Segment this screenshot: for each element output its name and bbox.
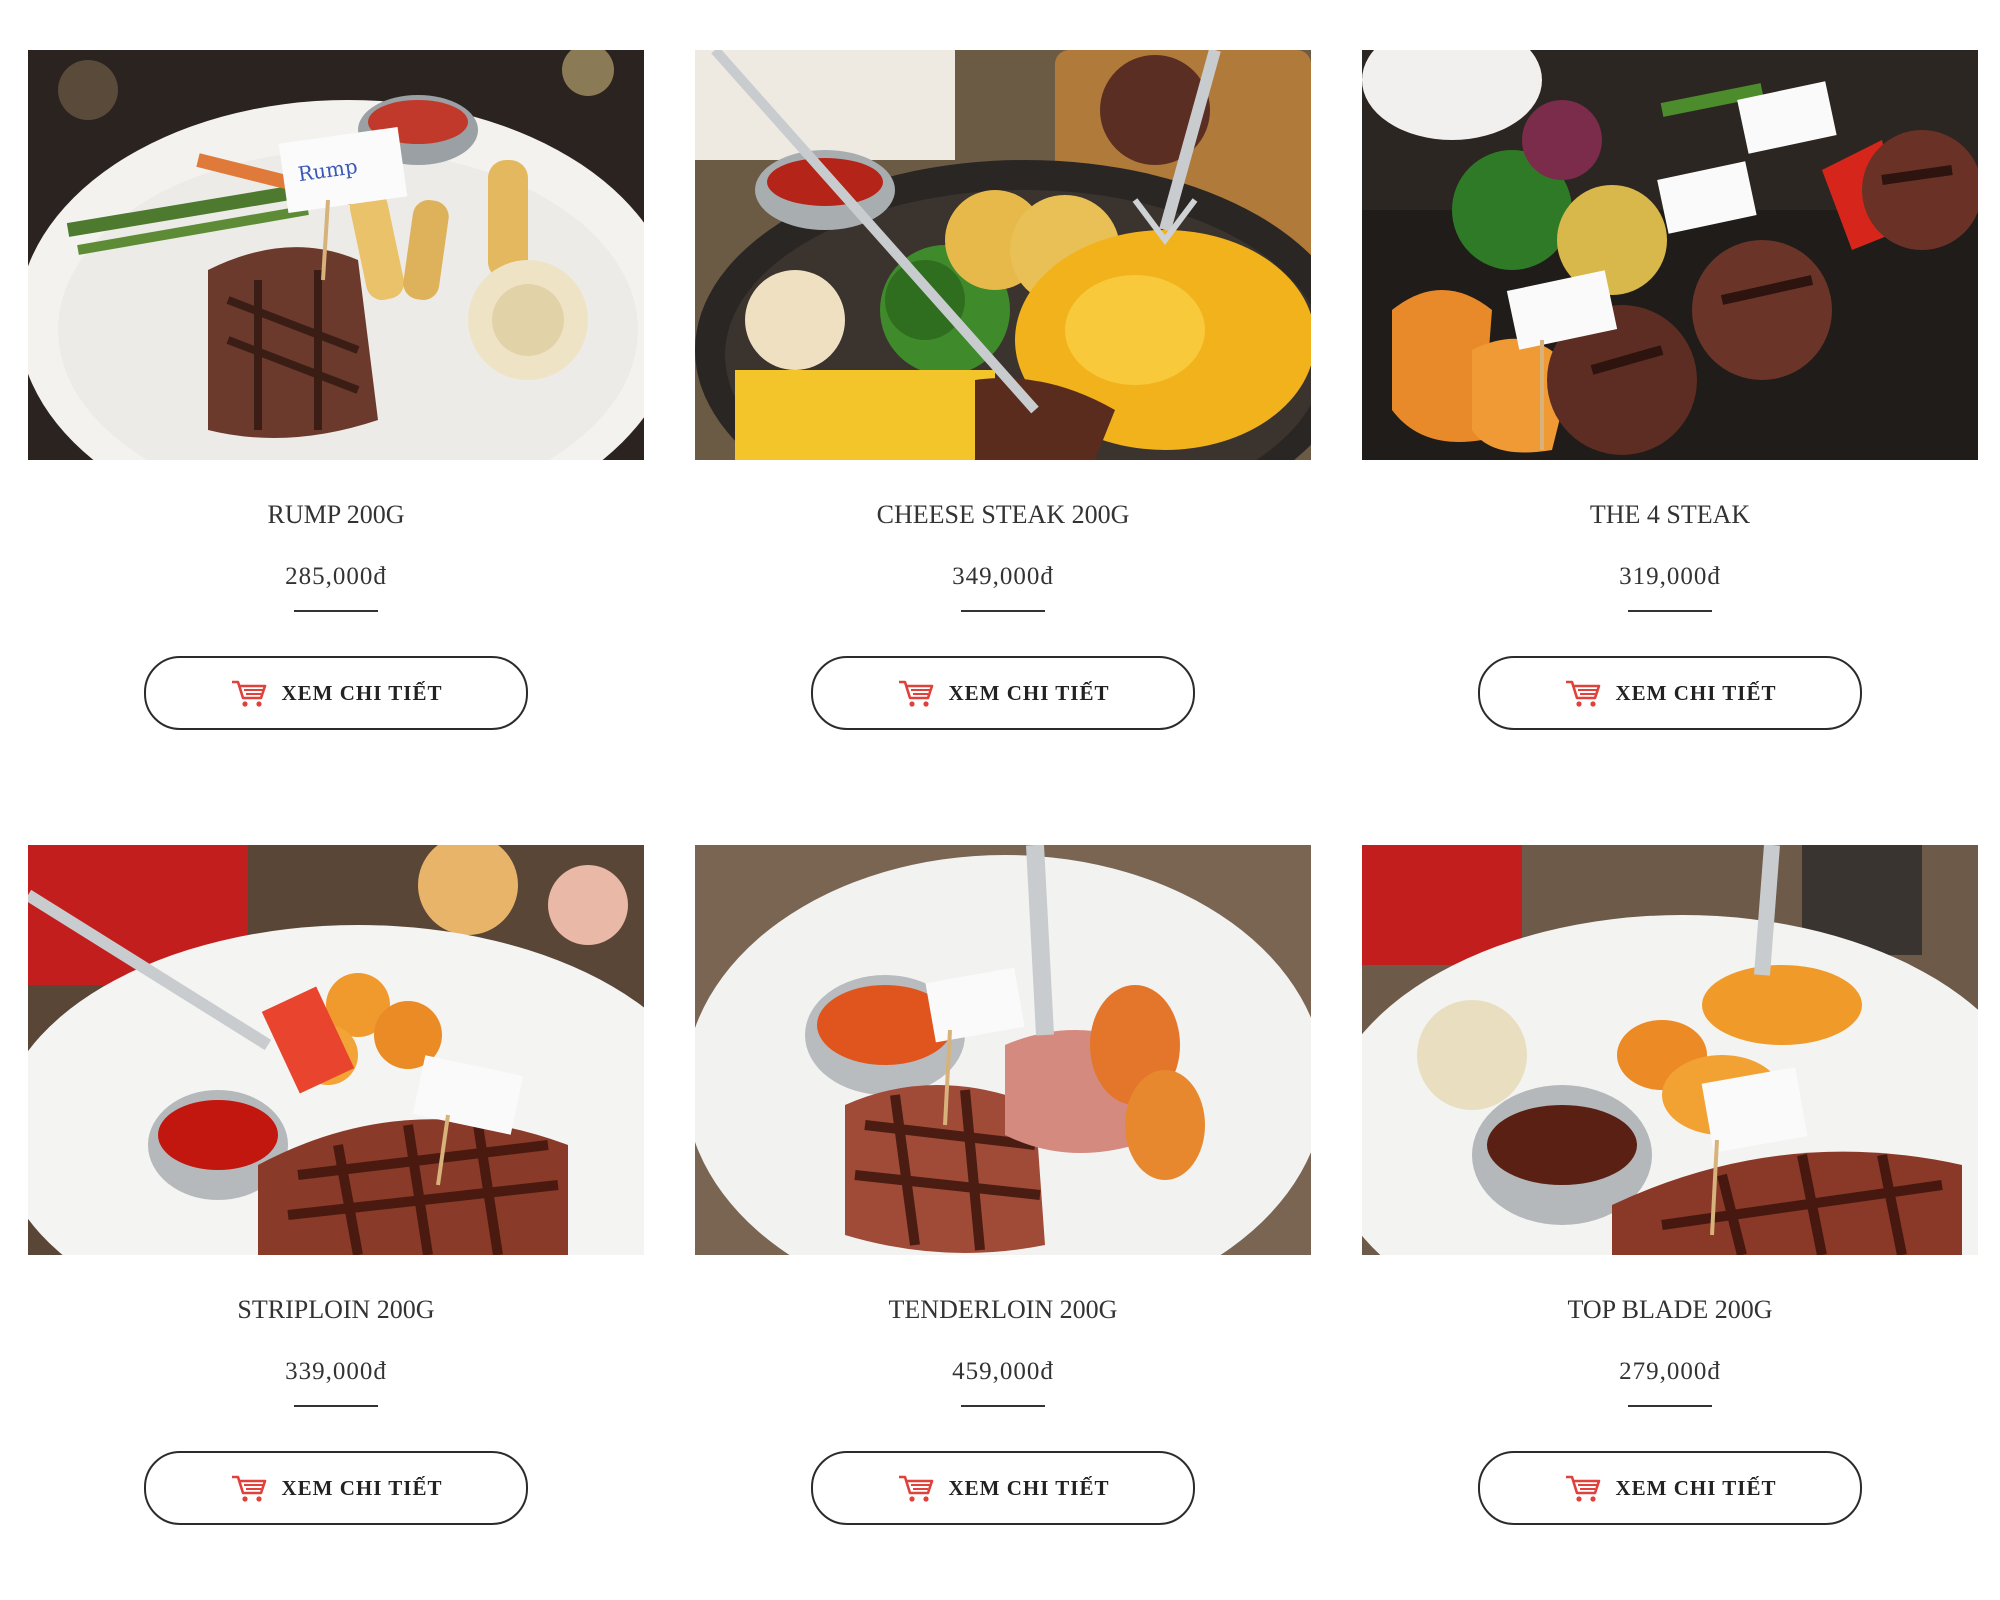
product-name[interactable]: THE 4 STEAK (1590, 498, 1750, 532)
product-name[interactable]: TOP BLADE 200G (1567, 1293, 1772, 1327)
divider (294, 1405, 378, 1407)
cart-icon (1564, 1473, 1602, 1503)
product-grid: Rump RUMP 200G 285,000đ XEM CHI TIẾT CHE… (28, 50, 1978, 1525)
divider (1628, 1405, 1712, 1407)
divider (961, 610, 1045, 612)
cart-icon (897, 678, 935, 708)
divider (294, 610, 378, 612)
view-details-label: XEM CHI TIẾT (948, 680, 1110, 705)
view-details-label: XEM CHI TIẾT (948, 1475, 1110, 1500)
product-card: TOP BLADE 200G 279,000đ XEM CHI TIẾT (1362, 845, 1978, 1525)
view-details-label: XEM CHI TIẾT (1615, 1475, 1777, 1500)
cart-icon (897, 1473, 935, 1503)
product-card: CHEESE STEAK 200G 349,000đ XEM CHI TIẾT (695, 50, 1311, 730)
product-price: 279,000đ (1619, 1358, 1721, 1385)
product-price: 285,000đ (285, 563, 387, 590)
product-name[interactable]: RUMP 200G (267, 498, 404, 532)
view-details-button[interactable]: XEM CHI TIẾT (144, 656, 528, 730)
divider (961, 1405, 1045, 1407)
product-name[interactable]: CHEESE STEAK 200G (877, 498, 1130, 532)
view-details-label: XEM CHI TIẾT (281, 680, 443, 705)
view-details-button[interactable]: XEM CHI TIẾT (811, 1451, 1195, 1525)
view-details-button[interactable]: XEM CHI TIẾT (811, 656, 1195, 730)
product-image[interactable] (1362, 50, 1978, 460)
view-details-button[interactable]: XEM CHI TIẾT (144, 1451, 528, 1525)
product-image[interactable] (1362, 845, 1978, 1255)
product-card: Rump RUMP 200G 285,000đ XEM CHI TIẾT (28, 50, 644, 730)
view-details-label: XEM CHI TIẾT (281, 1475, 443, 1500)
product-name[interactable]: STRIPLOIN 200G (237, 1293, 434, 1327)
product-price: 349,000đ (952, 563, 1054, 590)
cart-icon (1564, 678, 1602, 708)
product-price: 339,000đ (285, 1358, 387, 1385)
product-card: STRIPLOIN 200G 339,000đ XEM CHI TIẾT (28, 845, 644, 1525)
product-price: 319,000đ (1619, 563, 1721, 590)
view-details-label: XEM CHI TIẾT (1615, 680, 1777, 705)
cart-icon (230, 678, 268, 708)
product-image[interactable] (695, 845, 1311, 1255)
divider (1628, 610, 1712, 612)
product-image[interactable]: Rump (28, 50, 644, 460)
cart-icon (230, 1473, 268, 1503)
view-details-button[interactable]: XEM CHI TIẾT (1478, 1451, 1862, 1525)
view-details-button[interactable]: XEM CHI TIẾT (1478, 656, 1862, 730)
product-image[interactable] (695, 50, 1311, 460)
product-card: THE 4 STEAK 319,000đ XEM CHI TIẾT (1362, 50, 1978, 730)
product-card: TENDERLOIN 200G 459,000đ XEM CHI TIẾT (695, 845, 1311, 1525)
product-name[interactable]: TENDERLOIN 200G (889, 1293, 1118, 1327)
product-price: 459,000đ (952, 1358, 1054, 1385)
product-image[interactable] (28, 845, 644, 1255)
